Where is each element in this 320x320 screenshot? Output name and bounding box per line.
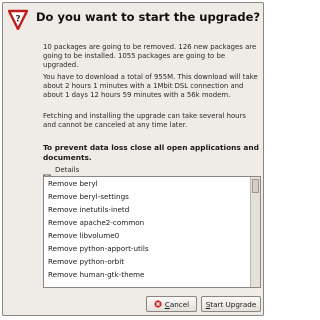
list-item[interactable]: Remove apache2-common — [44, 216, 251, 229]
details-list[interactable]: Remove beryl Remove beryl-settings Remov… — [44, 177, 251, 287]
download-size-text: You have to download a total of 955M. Th… — [43, 73, 258, 99]
dialog-title: Do you want to start the upgrade? — [36, 10, 261, 24]
expander-down-icon — [43, 166, 51, 180]
duration-warning-text: Fetching and installing the upgrade can … — [43, 112, 246, 129]
details-label: Details — [55, 166, 80, 174]
start-upgrade-button-label: Start Upgrade — [205, 299, 257, 309]
start-upgrade-button[interactable]: Start Upgrade — [201, 296, 261, 312]
list-item[interactable]: Remove libvolume0 — [44, 229, 251, 242]
details-list-frame: Remove beryl Remove beryl-settings Remov… — [43, 176, 261, 288]
list-item[interactable]: Remove human-gtk-theme — [44, 268, 251, 281]
details-expander[interactable]: Details — [43, 165, 80, 180]
window: ? Do you want to start the upgrade? 10 p… — [0, 0, 268, 320]
cancel-icon — [154, 300, 162, 308]
details-scrollbar[interactable] — [250, 177, 260, 287]
cancel-button-label: Cancel — [164, 299, 190, 309]
upgrade-dialog: ? Do you want to start the upgrade? 10 p… — [2, 2, 264, 316]
svg-text:?: ? — [15, 15, 20, 25]
data-loss-warning: To prevent data loss close all open appl… — [43, 143, 259, 162]
list-item[interactable]: Remove beryl-settings — [44, 190, 251, 203]
list-item[interactable]: Remove beryl — [44, 177, 251, 190]
list-item[interactable]: Remove python-apport-utils — [44, 242, 251, 255]
list-item[interactable]: Remove inetutils-inetd — [44, 203, 251, 216]
question-icon: ? — [7, 9, 29, 31]
scrollbar-thumb[interactable] — [252, 179, 259, 193]
list-item[interactable]: Remove python-orbit — [44, 255, 251, 268]
packages-summary-text: 10 packages are going to be removed. 126… — [43, 43, 257, 69]
cancel-button[interactable]: Cancel — [146, 296, 197, 312]
